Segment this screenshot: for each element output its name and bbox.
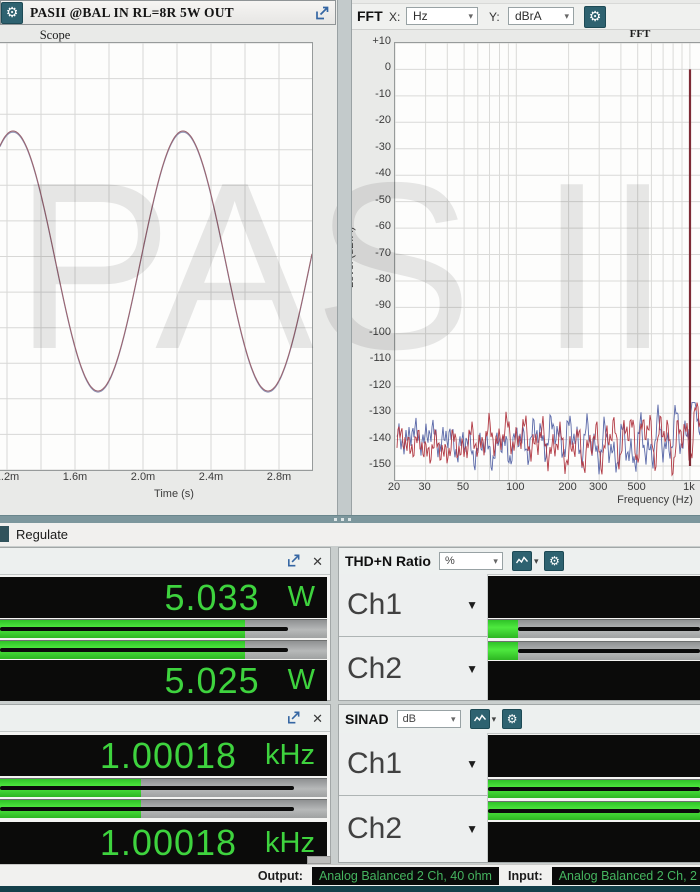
fft-panel-header: FFT X: Hz ▾ Y: dBrA ▾ ⚙	[352, 3, 700, 30]
power-ch2-bar	[0, 640, 327, 659]
fft-y-axis-ticks: +100-10-20-30-40-50-60-70-80-90-100-110-…	[352, 0, 391, 515]
chevron-down-icon: ▼	[466, 757, 478, 771]
thdn-ch1-display	[488, 576, 700, 618]
sinad-ch2-bar	[488, 801, 700, 820]
sinad-title: SINAD	[339, 711, 397, 727]
sinad-ch2-selector[interactable]: Ch2 ▼	[339, 796, 487, 862]
power-ch1-bar	[0, 619, 327, 638]
thdn-ch1-bar	[488, 619, 700, 638]
output-label: Output:	[258, 869, 303, 883]
popout-icon[interactable]	[286, 553, 302, 569]
thdn-title: THD+N Ratio	[339, 553, 439, 569]
thdn-ch2-bar	[488, 641, 700, 660]
vertical-splitter[interactable]	[337, 0, 352, 515]
sinad-ch1-bar	[488, 779, 700, 798]
thdn-channel-labels: Ch1 ▼ Ch2 ▼	[339, 574, 488, 700]
chevron-down-icon[interactable]: ▾	[492, 714, 497, 725]
sinad-chart-view-button[interactable]	[470, 709, 490, 729]
fft-y-axis-prefix: Y:	[489, 10, 500, 24]
chevron-down-icon: ▾	[564, 11, 569, 22]
close-icon[interactable]: ✕	[312, 555, 323, 568]
input-label: Input:	[508, 869, 543, 883]
thdn-ch1-selector[interactable]: Ch1 ▼	[339, 574, 487, 637]
sinad-panel: SINAD dB ▾ ▾ ⚙ Ch1 ▼ Ch2 ▼	[338, 704, 700, 863]
chevron-down-icon: ▼	[466, 822, 478, 836]
thdn-chart-view-button[interactable]	[512, 551, 532, 571]
chevron-down-icon: ▾	[493, 556, 498, 567]
chevron-down-icon: ▾	[451, 714, 456, 725]
scope-plot-area[interactable]	[0, 42, 313, 471]
sinad-ch2-display	[488, 822, 700, 862]
sinad-channel-labels: Ch1 ▼ Ch2 ▼	[339, 733, 488, 862]
frequency-meter-panel: ✕ 1.00018 kHz 1.00018 kHz	[0, 704, 331, 863]
thdn-ch2-selector[interactable]: Ch2 ▼	[339, 637, 487, 700]
fft-plot-area[interactable]	[394, 42, 700, 481]
fft-settings-gear-button[interactable]: ⚙	[584, 6, 606, 28]
power-ch1-display: 5.033 W	[0, 577, 327, 618]
status-bar: Output: Analog Balanced 2 Ch, 40 ohm Inp…	[0, 864, 700, 886]
regulate-tab-icon	[0, 526, 9, 542]
scrollbar-thumb[interactable]	[307, 856, 331, 864]
power-ch2-display: 5.025 W	[0, 660, 327, 701]
chevron-down-icon: ▼	[466, 662, 478, 676]
power-meter-panel: ✕ 5.033 W 5.025 W	[0, 547, 331, 701]
thdn-unit-dropdown[interactable]: % ▾	[439, 552, 503, 570]
power-meter-header: ✕	[0, 548, 330, 575]
chevron-down-icon: ▾	[468, 11, 473, 22]
thdn-ratio-panel: THD+N Ratio % ▾ ▾ ⚙ Ch1 ▼ Ch2 ▼	[338, 547, 700, 701]
thdn-header: THD+N Ratio % ▾ ▾ ⚙	[339, 548, 700, 575]
window-title: PASII @BAL IN RL=8R 5W OUT	[30, 5, 234, 21]
splitter-grip-dots	[334, 518, 351, 521]
fft-y-unit-dropdown[interactable]: dBrA ▾	[508, 7, 574, 25]
thdn-settings-gear-button[interactable]: ⚙	[544, 551, 564, 571]
thdn-ch2-display	[488, 661, 700, 700]
sinad-ch1-selector[interactable]: Ch1 ▼	[339, 733, 487, 796]
output-config-value[interactable]: Analog Balanced 2 Ch, 40 ohm	[312, 867, 499, 885]
fft-x-unit-dropdown[interactable]: Hz ▾	[406, 7, 478, 25]
regulate-label: Regulate	[16, 527, 68, 542]
audio-analyzer-app: PAS II ⚙ PASII @BAL IN RL=8R 5W OUT Scop…	[0, 0, 700, 892]
frequency-ch1-display: 1.00018 kHz	[0, 735, 327, 776]
frequency-ch2-display: 1.00018 kHz	[0, 822, 327, 864]
sinad-ch1-display	[488, 735, 700, 777]
horizontal-splitter[interactable]	[0, 515, 700, 523]
sinad-header: SINAD dB ▾ ▾ ⚙	[339, 705, 700, 734]
popout-icon[interactable]	[314, 5, 330, 21]
window-bottom-edge	[0, 886, 700, 892]
frequency-ch1-bar	[0, 778, 327, 797]
popout-icon[interactable]	[286, 710, 302, 726]
regulate-panel-tab[interactable]: Regulate	[0, 523, 700, 547]
frequency-meter-header: ✕	[0, 705, 330, 732]
frequency-ch2-bar	[0, 799, 327, 818]
fft-plot-title: FFT	[612, 28, 668, 40]
chevron-down-icon: ▼	[466, 598, 478, 612]
sinad-settings-gear-button[interactable]: ⚙	[502, 709, 522, 729]
fft-x-axis-label: Frequency (Hz)	[595, 494, 700, 506]
close-icon[interactable]: ✕	[312, 712, 323, 725]
chevron-down-icon[interactable]: ▾	[534, 556, 539, 567]
window-gear-icon[interactable]: ⚙	[1, 2, 23, 24]
scope-plot-title: Scope	[20, 28, 90, 43]
input-config-value[interactable]: Analog Balanced 2 Ch, 2	[552, 867, 700, 885]
scope-window-titlebar[interactable]: ⚙ PASII @BAL IN RL=8R 5W OUT	[0, 0, 336, 25]
sinad-unit-dropdown[interactable]: dB ▾	[397, 710, 461, 728]
